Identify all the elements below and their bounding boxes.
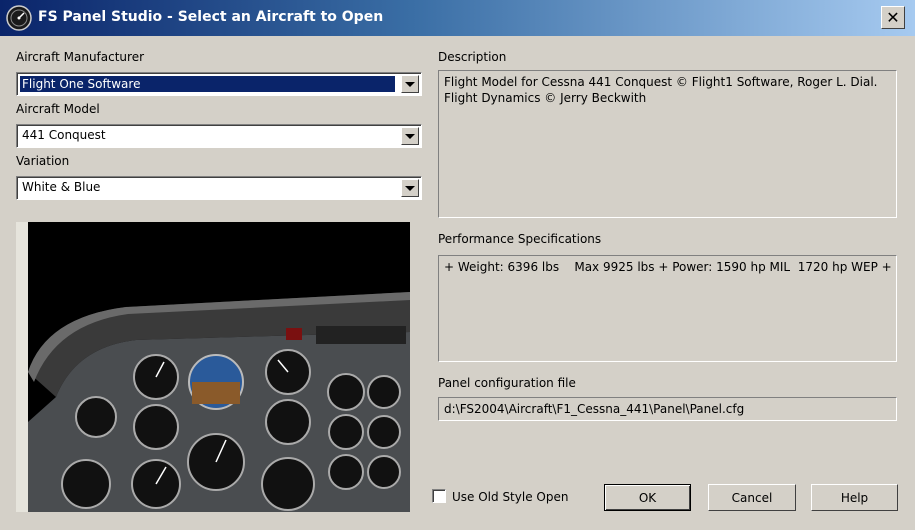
ok-button[interactable]: OK	[604, 484, 691, 511]
panel-config-field[interactable]: d:\FS2004\Aircraft\F1_Cessna_441\Panel\P…	[438, 397, 897, 421]
manufacturer-label: Aircraft Manufacturer	[16, 50, 145, 64]
panel-config-label: Panel configuration file	[438, 376, 576, 390]
model-value: 441 Conquest	[22, 128, 106, 142]
help-button[interactable]: Help	[811, 484, 898, 511]
ok-button-label: OK	[638, 490, 657, 505]
chevron-down-icon[interactable]	[401, 127, 419, 145]
variation-label: Variation	[16, 154, 70, 168]
model-select[interactable]: 441 Conquest	[16, 124, 422, 148]
old-style-checkbox[interactable]	[432, 489, 446, 503]
window-title: FS Panel Studio - Select an Aircraft to …	[38, 9, 384, 25]
cancel-button-label: Cancel	[731, 490, 773, 505]
help-button-label: Help	[840, 490, 869, 505]
model-label: Aircraft Model	[16, 102, 100, 116]
performance-text: + Weight: 6396 lbs Max 9925 lbs + Power:…	[444, 260, 897, 274]
description-label: Description	[438, 50, 507, 64]
panel-config-path: d:\FS2004\Aircraft\F1_Cessna_441\Panel\P…	[444, 402, 745, 416]
chevron-down-icon[interactable]	[401, 75, 419, 93]
cancel-button[interactable]: Cancel	[708, 484, 796, 511]
close-button[interactable]: ✕	[881, 6, 905, 29]
panel-preview-border	[16, 222, 28, 512]
close-icon: ✕	[886, 8, 900, 27]
manufacturer-value: Flight One Software	[20, 76, 395, 92]
title-bar: FS Panel Studio - Select an Aircraft to …	[0, 0, 915, 36]
old-style-label: Use Old Style Open	[452, 490, 569, 504]
chevron-down-icon[interactable]	[401, 179, 419, 197]
description-box: Flight Model for Cessna 441 Conquest © F…	[438, 70, 897, 218]
manufacturer-select[interactable]: Flight One Software	[16, 72, 422, 96]
description-text: Flight Model for Cessna 441 Conquest © F…	[444, 75, 878, 105]
variation-value: White & Blue	[22, 180, 101, 194]
performance-label: Performance Specifications	[438, 232, 602, 246]
gauge-icon	[6, 5, 32, 31]
performance-box: + Weight: 6396 lbs Max 9925 lbs + Power:…	[438, 255, 897, 362]
panel-preview-image	[16, 222, 410, 512]
variation-select[interactable]: White & Blue	[16, 176, 422, 200]
